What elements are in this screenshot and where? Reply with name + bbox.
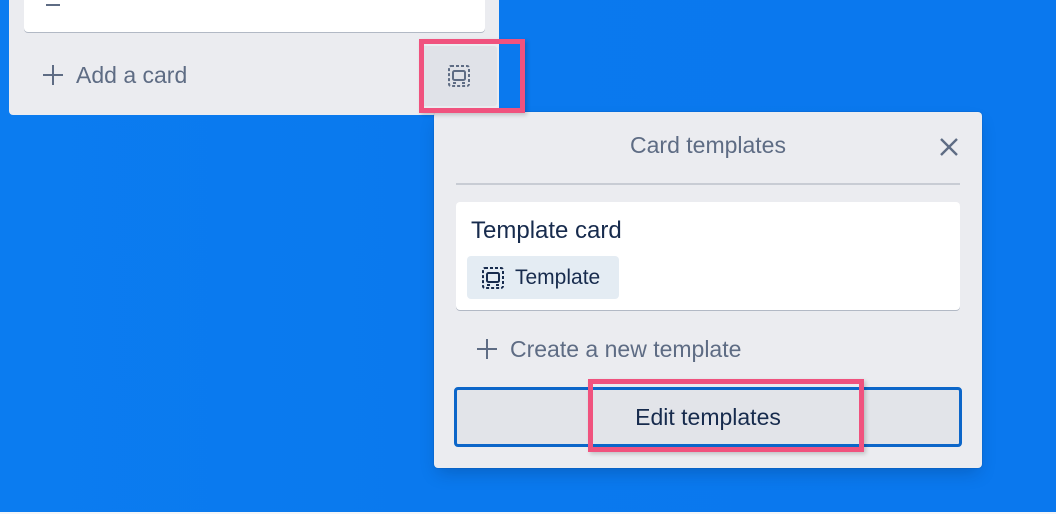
list-column: Add a card bbox=[9, 0, 499, 115]
template-icon bbox=[482, 266, 504, 289]
plus-icon bbox=[477, 339, 497, 359]
divider bbox=[456, 183, 960, 185]
template-badge-label: Template bbox=[515, 265, 601, 289]
popover-title: Card templates bbox=[630, 132, 786, 158]
edit-templates-button[interactable]: Edit templates bbox=[454, 387, 962, 447]
template-badge: Template bbox=[467, 256, 619, 299]
card[interactable] bbox=[24, 0, 485, 32]
template-card[interactable]: Template card Template bbox=[456, 202, 960, 310]
add-card-button[interactable]: Add a card bbox=[42, 60, 187, 90]
close-icon[interactable] bbox=[938, 136, 960, 158]
template-card-title: Template card bbox=[471, 217, 622, 244]
create-from-template-button[interactable] bbox=[421, 46, 497, 106]
create-new-template-button[interactable]: Create a new template bbox=[476, 334, 741, 364]
create-new-template-label: Create a new template bbox=[510, 335, 742, 362]
description-icon bbox=[46, 4, 60, 6]
card-templates-popover: Card templates Template card Template Cr… bbox=[434, 112, 982, 468]
template-icon bbox=[448, 65, 470, 87]
plus-icon bbox=[43, 65, 63, 85]
add-card-label: Add a card bbox=[76, 61, 188, 88]
